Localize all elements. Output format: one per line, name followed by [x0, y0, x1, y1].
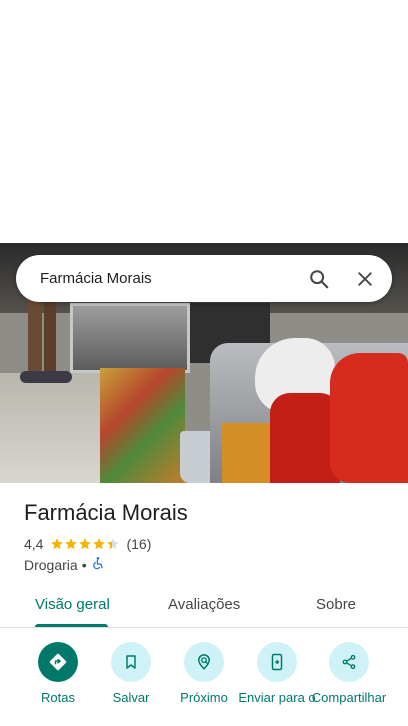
star-icon	[65, 538, 78, 550]
save-label: Salvar	[112, 690, 150, 705]
search-bar[interactable]: Farmácia Morais	[16, 255, 392, 302]
wheelchair-icon[interactable]	[91, 556, 105, 573]
rating-value: 4,4	[24, 536, 44, 552]
nearby-button[interactable]: Próximo	[164, 642, 244, 705]
category-row: Drogaria •	[24, 556, 105, 573]
search-icon[interactable]	[296, 256, 342, 302]
send-to-phone-label: Enviar para o	[238, 690, 316, 705]
share-button[interactable]: Compartilhar	[309, 642, 389, 705]
separator-dot: •	[81, 556, 87, 573]
nearby-label: Próximo	[180, 690, 228, 705]
tab-about[interactable]: Sobre	[316, 596, 356, 613]
star-icon	[93, 538, 106, 550]
nearby-icon	[184, 642, 224, 682]
tab-reviews[interactable]: Avaliações	[168, 596, 240, 613]
review-count[interactable]: (16)	[126, 536, 151, 552]
star-icon	[107, 538, 120, 550]
place-title: Farmácia Morais	[24, 500, 188, 525]
directions-label: Rotas	[41, 690, 75, 705]
directions-icon	[38, 642, 78, 682]
share-icon	[329, 642, 369, 682]
share-label: Compartilhar	[311, 690, 387, 705]
tab-bar: Visão geral Avaliações Sobre	[0, 588, 408, 628]
active-tab-indicator	[35, 624, 108, 627]
star-icon	[51, 538, 64, 550]
rating-row[interactable]: 4,4 (16)	[24, 536, 151, 552]
send-to-phone-icon	[257, 642, 297, 682]
close-icon[interactable]	[342, 256, 388, 302]
bookmark-icon	[111, 642, 151, 682]
save-button[interactable]: Salvar	[91, 642, 171, 705]
map-area[interactable]	[0, 0, 408, 243]
star-rating	[50, 537, 120, 551]
tab-overview[interactable]: Visão geral	[35, 596, 110, 613]
category-label: Drogaria	[24, 556, 78, 573]
star-icon	[79, 538, 92, 550]
search-input[interactable]: Farmácia Morais	[16, 270, 296, 287]
send-to-phone-button[interactable]: Enviar para o	[237, 642, 317, 705]
directions-button[interactable]: Rotas	[18, 642, 98, 705]
